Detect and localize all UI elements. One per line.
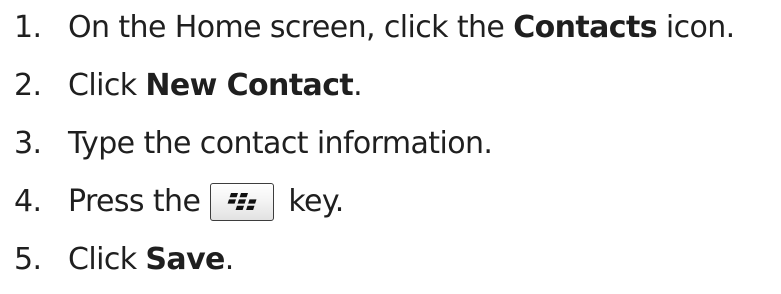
- step-number-3: 3.: [14, 126, 42, 161]
- step-3-text: Type the contact information.: [68, 126, 493, 161]
- instruction-step-5: 5. Click Save.: [14, 242, 779, 278]
- blackberry-menu-key-icon: [210, 183, 275, 221]
- contacts-label: Contacts: [513, 10, 657, 45]
- step-number-4: 4.: [14, 184, 42, 219]
- step-number-5: 5.: [14, 242, 42, 277]
- step-4-before: Press the: [68, 184, 201, 219]
- step-2-before: Click: [68, 68, 146, 103]
- save-label: Save: [145, 242, 225, 277]
- instruction-step-1: 1. On the Home screen, click the Contact…: [14, 10, 779, 46]
- instruction-list: 1. On the Home screen, click the Contact…: [14, 0, 779, 278]
- instruction-step-2: 2. Click New Contact.: [14, 68, 779, 104]
- step-number-1: 1.: [14, 10, 42, 45]
- instruction-step-4: 4. Press the key.: [14, 183, 779, 221]
- step-4-after: key.: [288, 184, 344, 219]
- step-5-text: Click Save.: [68, 242, 234, 278]
- step-2-text: Click New Contact.: [68, 68, 363, 104]
- step-5-before: Click: [68, 242, 146, 277]
- instruction-step-3: 3. Type the contact information.: [14, 126, 779, 162]
- step-1-before: On the Home screen, click the: [68, 10, 514, 45]
- step-2-after: .: [353, 68, 363, 103]
- step-1-after: icon.: [656, 10, 735, 45]
- step-number-2: 2.: [14, 68, 42, 103]
- blackberry-logo-icon: [227, 193, 257, 210]
- step-1-text: On the Home screen, click the Contacts i…: [68, 10, 735, 46]
- new-contact-label: New Contact: [145, 68, 354, 103]
- step-5-after: .: [224, 242, 235, 277]
